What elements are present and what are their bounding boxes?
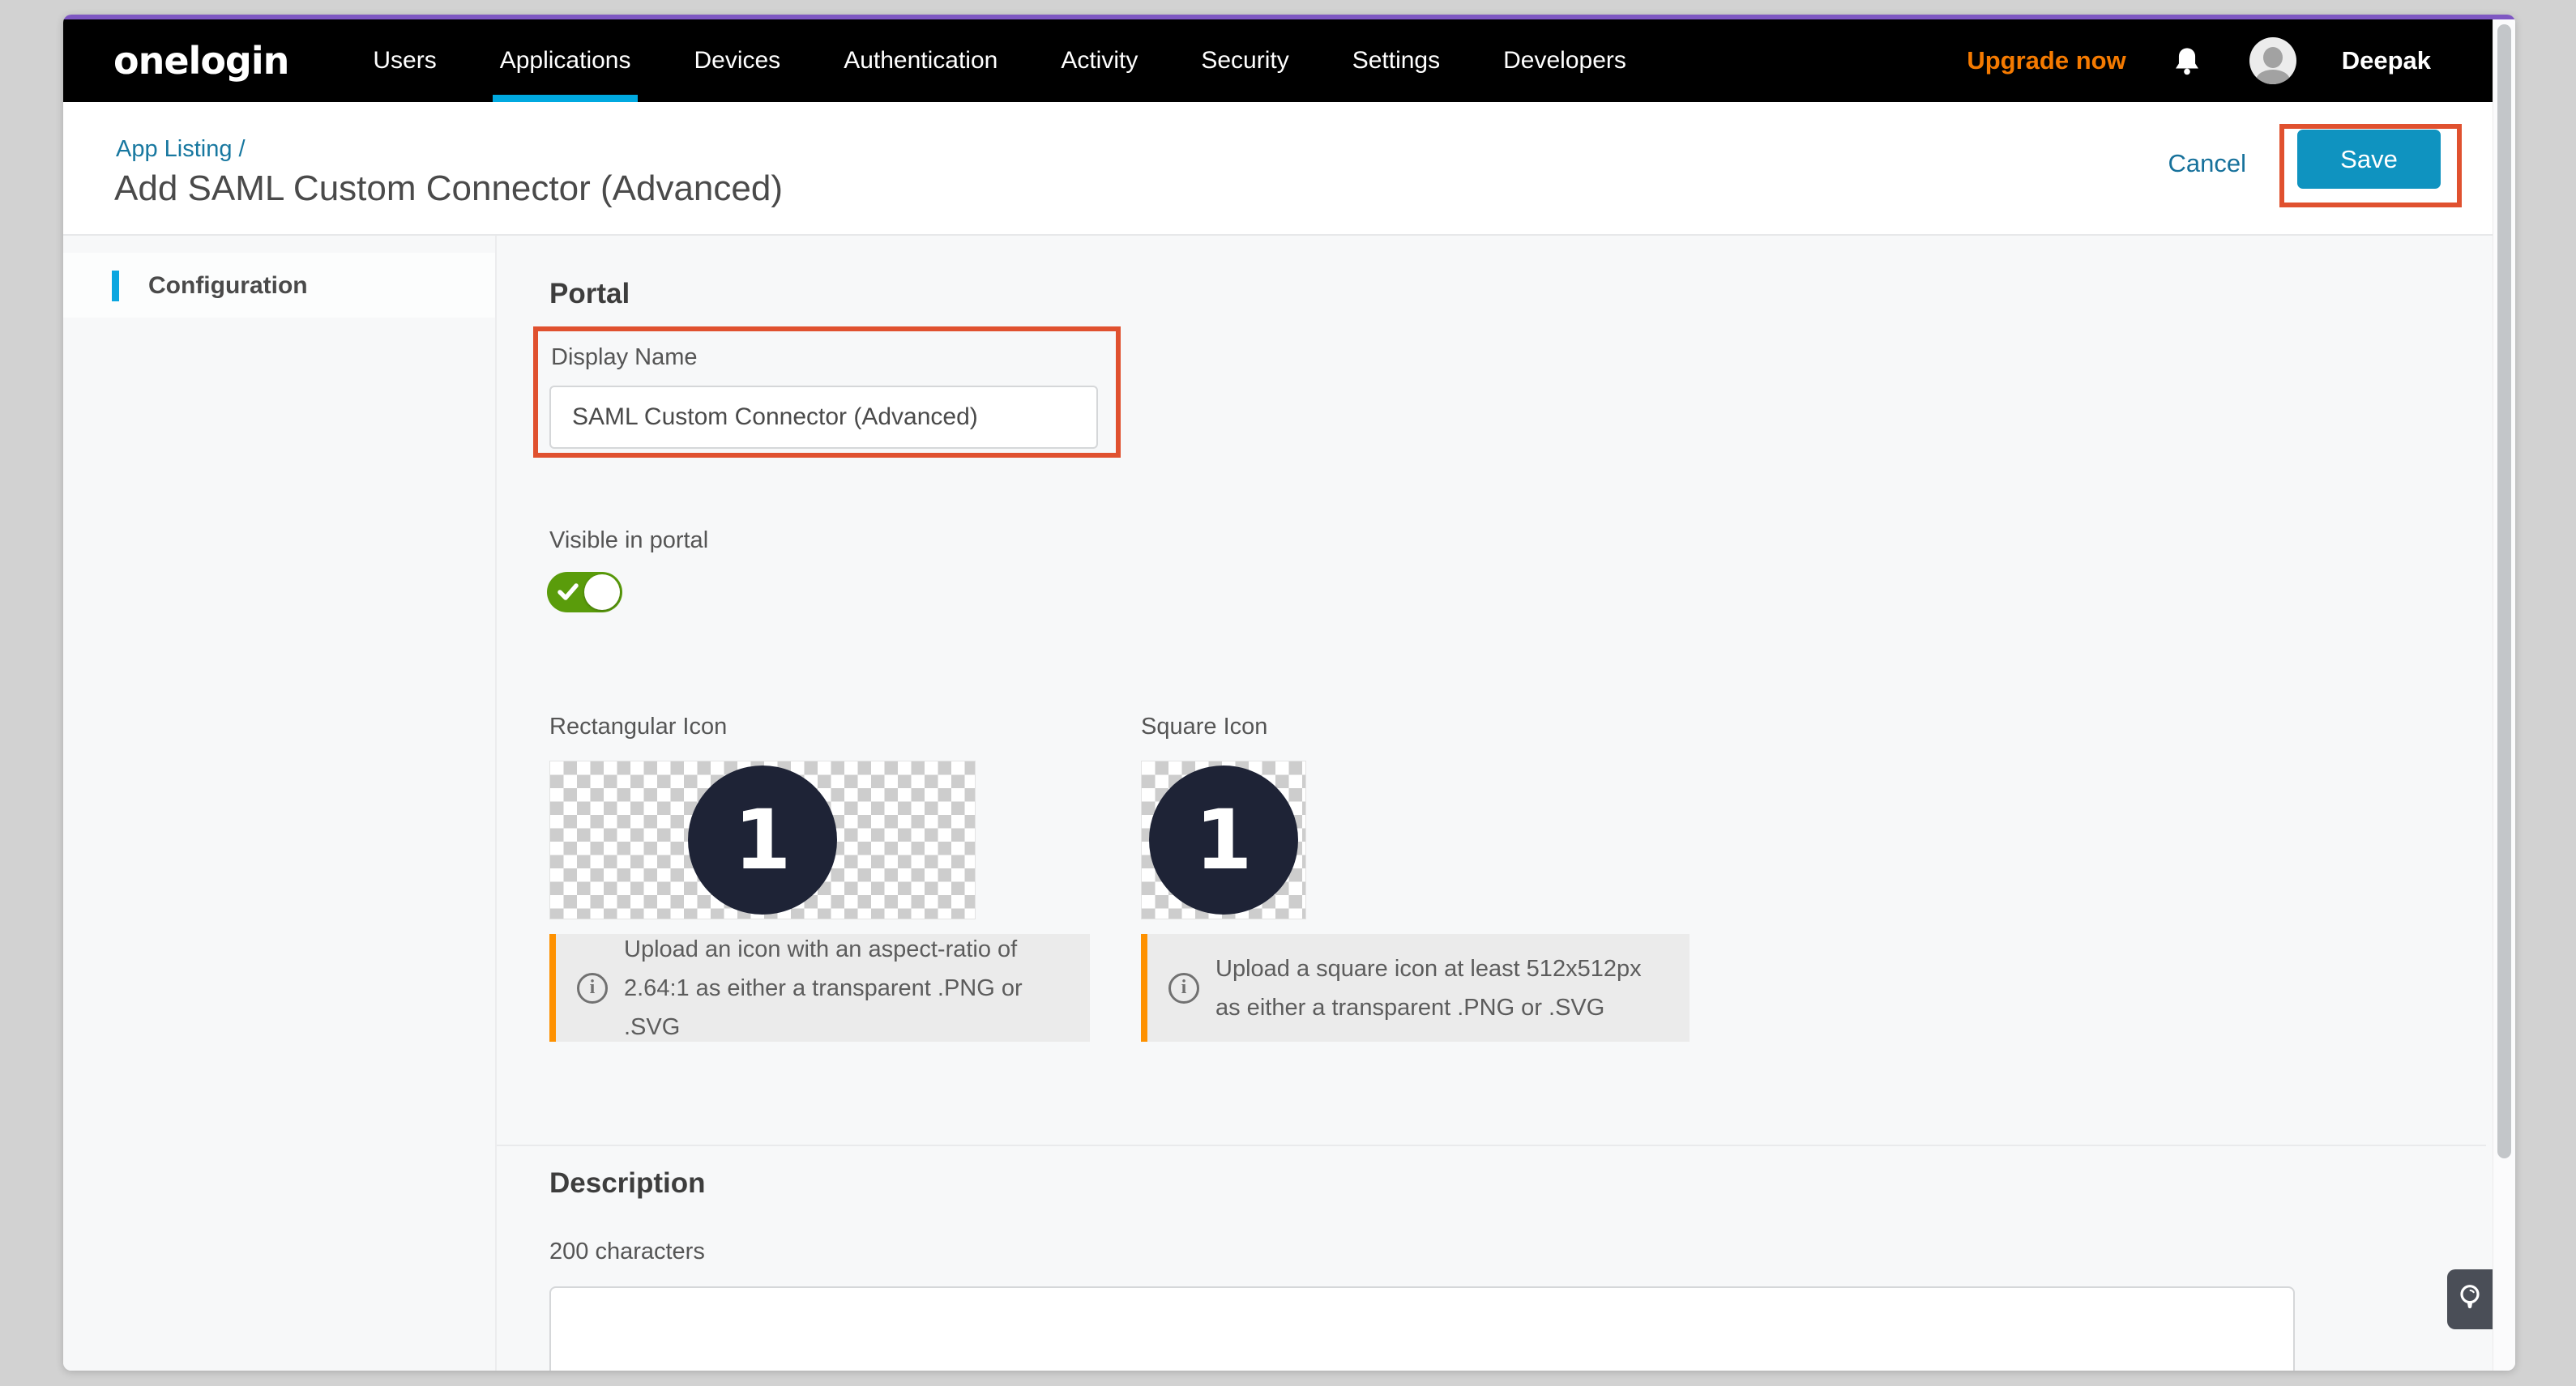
user-avatar[interactable] [2249, 37, 2296, 84]
active-indicator-bar [112, 271, 119, 301]
nav-item-developers[interactable]: Developers [1503, 19, 1626, 102]
nav-menu: Users Applications Devices Authenticatio… [373, 19, 1626, 102]
sidebar-item-label: Configuration [148, 272, 308, 300]
save-button[interactable]: Save [2297, 130, 2441, 189]
square-icon-upload[interactable]: 1 [1141, 761, 1306, 919]
page-header: App Listing / Add SAML Custom Connector … [63, 102, 2493, 234]
sidebar-item-configuration[interactable]: Configuration [63, 253, 495, 318]
nav-item-security[interactable]: Security [1201, 19, 1288, 102]
avatar-head-shape [2263, 47, 2283, 68]
display-name-input[interactable] [549, 386, 1098, 449]
visible-in-portal-toggle[interactable] [547, 572, 622, 612]
portal-section-title: Portal [549, 278, 630, 310]
display-name-label: Display Name [551, 344, 698, 371]
vertical-scrollbar-track[interactable] [2493, 19, 2515, 1371]
section-divider [497, 1145, 2486, 1146]
info-icon: i [577, 973, 608, 1004]
character-limit-label: 200 characters [549, 1239, 705, 1265]
description-section-title: Description [549, 1167, 706, 1200]
note-text: Upload an icon with an aspect-ratio of 2… [624, 930, 1069, 1047]
nav-right-cluster: Upgrade now Deepak [1967, 19, 2431, 102]
note-text: Upload a square icon at least 512x512px … [1215, 949, 1668, 1027]
nav-item-activity[interactable]: Activity [1061, 19, 1138, 102]
sidebar-divider [495, 236, 497, 1371]
nav-item-applications[interactable]: Applications [500, 19, 631, 102]
rectangular-icon-note: i Upload an icon with an aspect-ratio of… [549, 934, 1090, 1042]
nav-item-authentication[interactable]: Authentication [844, 19, 998, 102]
nav-item-users[interactable]: Users [373, 19, 436, 102]
app-icon-circle: 1 [688, 765, 837, 915]
top-navbar: onelogin Users Applications Devices Auth… [63, 19, 2493, 102]
notification-bell-icon[interactable] [2172, 43, 2204, 79]
page-title: Add SAML Custom Connector (Advanced) [114, 168, 783, 209]
breadcrumb[interactable]: App Listing / [116, 136, 246, 163]
square-icon-note: i Upload a square icon at least 512x512p… [1141, 934, 1690, 1042]
checkmark-icon [557, 582, 579, 606]
rectangular-icon-label: Rectangular Icon [549, 714, 727, 740]
help-lightbulb-button[interactable] [2447, 1269, 2493, 1329]
vertical-scrollbar-thumb[interactable] [2497, 24, 2511, 1158]
square-icon-label: Square Icon [1141, 714, 1267, 740]
lightbulb-icon [2457, 1282, 2483, 1317]
toggle-knob [584, 574, 620, 610]
rectangular-icon-upload[interactable]: 1 [549, 761, 976, 919]
browser-window: onelogin Users Applications Devices Auth… [63, 15, 2515, 1371]
cancel-button[interactable]: Cancel [2168, 149, 2247, 178]
description-textarea[interactable] [549, 1286, 2295, 1371]
page-body: Configuration Portal Display Name Visibl… [63, 236, 2515, 1371]
desktop: { "nav": { "logo": "onelogin", "items": … [0, 0, 2576, 1386]
upgrade-now-link[interactable]: Upgrade now [1967, 46, 2125, 75]
visible-in-portal-label: Visible in portal [549, 527, 708, 554]
nav-item-devices[interactable]: Devices [694, 19, 780, 102]
app-icon-circle: 1 [1149, 765, 1298, 915]
avatar-shoulders-shape [2256, 70, 2290, 84]
onelogin-logo[interactable]: onelogin [113, 39, 288, 83]
nav-item-settings[interactable]: Settings [1352, 19, 1440, 102]
user-name[interactable]: Deepak [2342, 46, 2431, 75]
info-icon: i [1168, 973, 1199, 1004]
